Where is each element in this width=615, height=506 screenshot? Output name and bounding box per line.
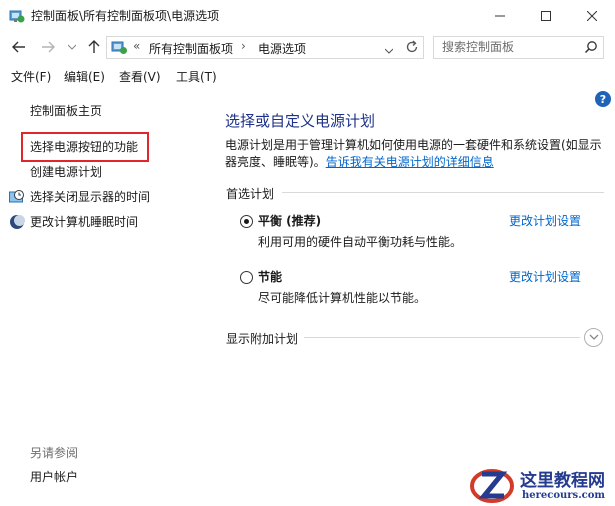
window-title: 控制面板\所有控制面板项\电源选项 bbox=[31, 9, 220, 23]
sidebar-item-power-button[interactable]: 选择电源按钮的功能 bbox=[30, 139, 138, 155]
see-also-user-accounts[interactable]: 用户帐户 bbox=[30, 469, 78, 485]
plan-balanced-name[interactable]: 平衡 (推荐) bbox=[258, 212, 321, 229]
section-divider bbox=[282, 192, 604, 193]
plan-power-saver-settings-link[interactable]: 更改计划设置 bbox=[509, 268, 581, 285]
search-input[interactable] bbox=[442, 40, 582, 54]
breadcrumb-all-items[interactable]: 所有控制面板项 bbox=[149, 40, 233, 57]
clock-monitor-icon bbox=[9, 189, 25, 205]
see-also-heading: 另请参阅 bbox=[30, 446, 79, 460]
plan-balanced-radio[interactable] bbox=[240, 215, 253, 228]
address-bar[interactable]: « 所有控制面板项 › 电源选项 bbox=[106, 36, 424, 59]
address-dropdown-icon[interactable] bbox=[384, 43, 394, 57]
recent-dropdown-icon[interactable] bbox=[64, 39, 80, 55]
breadcrumb-separator[interactable]: › bbox=[241, 39, 246, 53]
learn-more-link[interactable]: 告诉我有关电源计划的详细信息 bbox=[326, 155, 494, 169]
close-button[interactable] bbox=[569, 0, 615, 31]
control-panel-icon bbox=[111, 39, 128, 56]
preferred-plans-label: 首选计划 bbox=[226, 187, 275, 201]
refresh-icon[interactable] bbox=[405, 40, 419, 57]
plan-balanced-settings-link[interactable]: 更改计划设置 bbox=[509, 212, 581, 229]
sidebar-item-display-off[interactable]: 选择关闭显示器的时间 bbox=[30, 189, 150, 205]
menu-file[interactable]: 文件(F) bbox=[11, 70, 51, 84]
title-bar: 控制面板\所有控制面板项\电源选项 bbox=[0, 0, 615, 31]
maximize-button[interactable] bbox=[523, 0, 569, 31]
sidebar-home-link[interactable]: 控制面板主页 bbox=[30, 103, 102, 119]
menu-bar: 文件(F) 编辑(E) 查看(V) 工具(T) bbox=[0, 66, 615, 88]
back-arrow-icon[interactable] bbox=[11, 39, 27, 55]
watermark-site: herecours.com bbox=[522, 490, 606, 501]
minimize-button[interactable] bbox=[477, 0, 523, 31]
watermark-logo-icon bbox=[470, 462, 514, 506]
sidebar-item-sleep-time[interactable]: 更改计算机睡眠时间 bbox=[30, 214, 138, 230]
control-panel-icon bbox=[9, 8, 25, 24]
up-arrow-icon[interactable] bbox=[86, 39, 102, 55]
expand-chevron-icon[interactable] bbox=[584, 328, 603, 347]
plan-description: 电源计划是用于管理计算机如何使用电源的一套硬件和系统设置(如显示器亮度、睡眠等)… bbox=[225, 137, 605, 171]
plan-power-saver-radio[interactable] bbox=[240, 271, 253, 284]
help-icon[interactable]: ? bbox=[595, 91, 611, 107]
breadcrumb-power-options[interactable]: 电源选项 bbox=[258, 40, 306, 57]
plan-balanced-desc: 利用可用的硬件自动平衡功耗与性能。 bbox=[258, 235, 463, 249]
watermark: 这里教程网 herecours.com bbox=[470, 462, 615, 506]
plan-power-saver-name[interactable]: 节能 bbox=[258, 268, 282, 285]
moon-icon bbox=[9, 214, 25, 230]
plan-power-saver-desc: 尽可能降低计算机性能以节能。 bbox=[258, 291, 427, 305]
forward-arrow-icon[interactable] bbox=[40, 39, 56, 55]
address-overflow[interactable]: « bbox=[133, 39, 140, 53]
search-icon[interactable] bbox=[584, 40, 598, 57]
search-box[interactable] bbox=[433, 36, 604, 59]
sidebar-item-create-plan[interactable]: 创建电源计划 bbox=[30, 164, 102, 180]
watermark-name: 这里教程网 bbox=[520, 471, 605, 491]
menu-tools[interactable]: 工具(T) bbox=[176, 70, 217, 84]
section-divider bbox=[304, 337, 580, 338]
menu-edit[interactable]: 编辑(E) bbox=[64, 70, 105, 84]
page-title: 选择或自定义电源计划 bbox=[225, 112, 376, 130]
additional-plans-label[interactable]: 显示附加计划 bbox=[226, 330, 298, 347]
menu-view[interactable]: 查看(V) bbox=[119, 70, 161, 84]
